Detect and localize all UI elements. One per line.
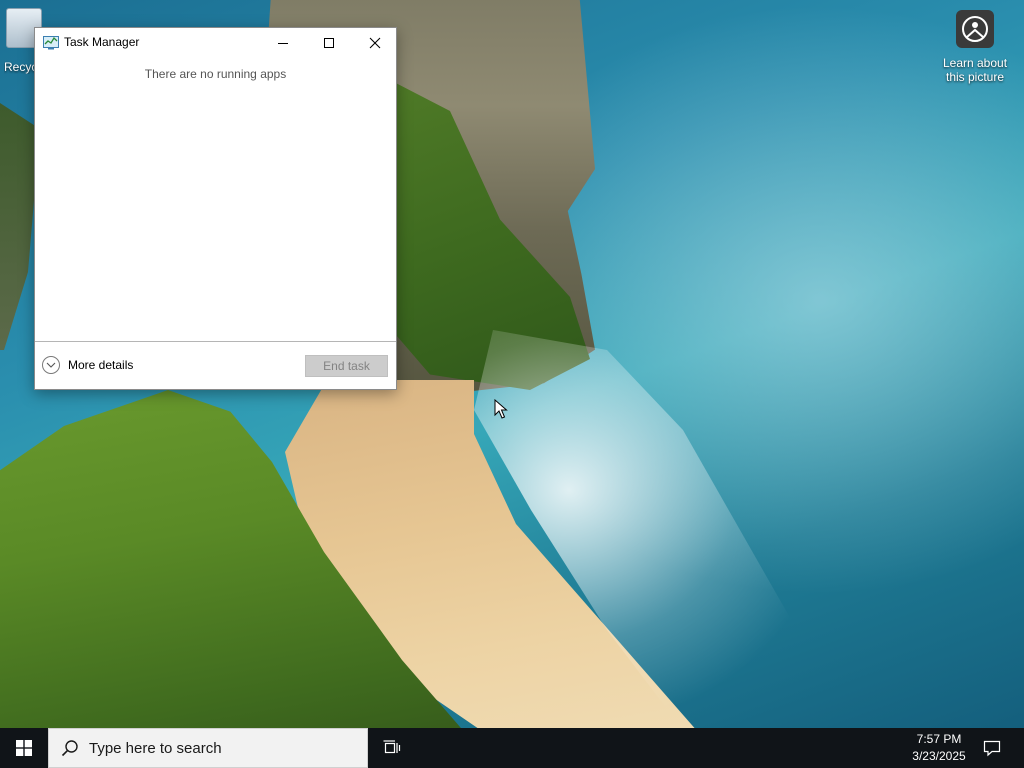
more-details-label: More details bbox=[68, 358, 134, 372]
end-task-button[interactable]: End task bbox=[305, 355, 388, 377]
desktop-icon-learn-about-picture[interactable]: Learn about this picture bbox=[938, 10, 1012, 84]
task-view-button[interactable] bbox=[368, 728, 416, 768]
camera-info-icon bbox=[956, 10, 994, 48]
task-manager-window[interactable]: Task Manager There are no running apps M… bbox=[34, 27, 397, 390]
title-bar[interactable]: Task Manager bbox=[35, 28, 396, 57]
mouse-cursor-icon bbox=[494, 399, 508, 419]
search-placeholder: Type here to search bbox=[89, 739, 222, 757]
clock-time: 7:57 PM bbox=[916, 732, 962, 746]
desktop-icon-label: Learn about this picture bbox=[942, 56, 1008, 84]
window-title: Task Manager bbox=[64, 35, 140, 49]
start-button[interactable] bbox=[0, 728, 48, 768]
close-button[interactable] bbox=[352, 28, 398, 57]
no-running-apps-message: There are no running apps bbox=[144, 67, 287, 81]
minimize-button[interactable] bbox=[260, 28, 306, 57]
more-details-toggle[interactable]: More details bbox=[42, 356, 133, 374]
maximize-icon bbox=[324, 37, 334, 48]
windows-logo-icon bbox=[16, 740, 32, 756]
clock-date: 3/23/2025 bbox=[912, 749, 966, 763]
chevron-down-icon bbox=[42, 356, 60, 374]
minimize-icon bbox=[278, 42, 288, 44]
task-manager-icon bbox=[43, 36, 59, 50]
desktop-icon-label: Recycle Bin bbox=[4, 60, 36, 74]
action-center-button[interactable] bbox=[974, 728, 1010, 768]
search-icon bbox=[61, 740, 78, 757]
maximize-button[interactable] bbox=[306, 28, 352, 57]
task-view-icon bbox=[383, 740, 401, 754]
system-clock[interactable]: 7:57 PM 3/23/2025 bbox=[896, 731, 982, 765]
notification-icon bbox=[983, 740, 1001, 757]
taskbar-search-box[interactable]: Type here to search bbox=[48, 728, 368, 768]
window-footer: More details End task bbox=[35, 341, 396, 389]
close-icon bbox=[369, 37, 381, 48]
taskbar: Type here to search 7:57 PM 3/23/2025 bbox=[0, 728, 1024, 768]
